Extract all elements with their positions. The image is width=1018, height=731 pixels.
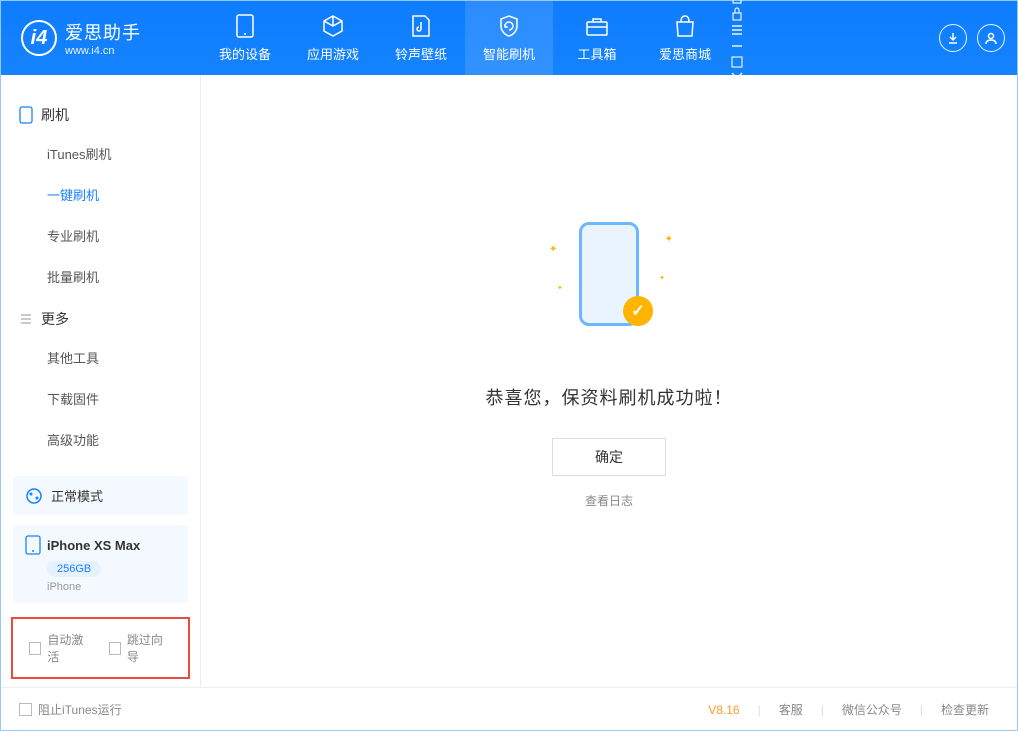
ok-button[interactable]: 确定 [552,438,666,476]
titlebar: i4 爱思助手 www.i4.cn 我的设备 应用游戏 铃声壁纸 智能刷机 工具… [1,1,1017,75]
music-file-icon [409,14,433,38]
sidebar-section-flash: 刷机 [19,105,182,125]
device-name: iPhone XS Max [47,538,140,553]
nav-flash[interactable]: 智能刷机 [465,1,553,75]
nav-apps[interactable]: 应用游戏 [289,1,377,75]
device-storage: 256GB [47,561,101,577]
maximize-icon[interactable] [729,54,745,70]
app-url: www.i4.cn [65,45,141,57]
sidebar-item-batch-flash[interactable]: 批量刷机 [19,256,182,297]
nav-store[interactable]: 爱思商城 [641,1,729,75]
logo-icon: i4 [21,20,57,56]
minimize-icon[interactable] [729,38,745,54]
cube-icon [321,14,345,38]
sidebar-item-onekey-flash[interactable]: 一键刷机 [19,174,182,215]
checkbox-icon [19,703,32,716]
options-box: 自动激活 跳过向导 [11,617,190,679]
sidebar-item-itunes-flash[interactable]: iTunes刷机 [19,133,182,174]
version-label: V8.16 [708,703,749,717]
mode-card[interactable]: 正常模式 [13,476,188,515]
phone-icon [233,14,257,38]
support-link[interactable]: 客服 [769,701,813,718]
wechat-link[interactable]: 微信公众号 [832,701,912,718]
sidebar-item-download-firmware[interactable]: 下载固件 [19,378,182,419]
success-message: 恭喜您，保资料刷机成功啦！ [486,384,733,410]
checkbox-icon [109,642,121,655]
auto-activate-checkbox[interactable]: 自动激活 [29,631,93,665]
sidebar-item-other-tools[interactable]: 其他工具 [19,337,182,378]
lock-icon[interactable] [729,6,745,22]
download-button[interactable] [939,24,967,52]
check-icon: ✓ [623,296,653,326]
skip-guide-checkbox[interactable]: 跳过向导 [109,631,173,665]
sidebar-item-advanced[interactable]: 高级功能 [19,419,182,460]
shield-refresh-icon [497,14,521,38]
nav-ringtones[interactable]: 铃声壁纸 [377,1,465,75]
nav-my-device[interactable]: 我的设备 [201,1,289,75]
toolbox-icon [585,14,609,38]
close-icon[interactable] [729,70,745,86]
device-card[interactable]: iPhone XS Max 256GB iPhone [13,525,188,603]
sidebar: 刷机 iTunes刷机 一键刷机 专业刷机 批量刷机 更多 其他工具 下载固件 … [1,75,201,687]
sidebar-item-pro-flash[interactable]: 专业刷机 [19,215,182,256]
view-log-link[interactable]: 查看日志 [585,492,633,509]
success-illustration: ✦ ✦ ✦ ✦ ✓ [539,214,679,354]
device-type: iPhone [47,581,176,593]
block-itunes-checkbox[interactable]: 阻止iTunes运行 [19,701,122,718]
user-button[interactable] [977,24,1005,52]
sidebar-section-more: 更多 [19,309,182,329]
update-link[interactable]: 检查更新 [931,701,999,718]
menu-icon[interactable] [729,22,745,38]
bag-icon [673,14,697,38]
window-controls [729,0,745,86]
checkbox-icon [29,642,41,655]
main-content: ✦ ✦ ✦ ✦ ✓ 恭喜您，保资料刷机成功啦！ 确定 查看日志 [201,75,1017,687]
footer: 阻止iTunes运行 V8.16 | 客服 | 微信公众号 | 检查更新 [1,687,1017,731]
list-icon [19,312,33,326]
mode-icon [25,487,43,505]
main-nav: 我的设备 应用游戏 铃声壁纸 智能刷机 工具箱 爱思商城 [201,1,729,75]
logo-area: i4 爱思助手 www.i4.cn [1,19,201,57]
device-icon [25,535,41,555]
nav-toolbox[interactable]: 工具箱 [553,1,641,75]
app-name: 爱思助手 [65,19,141,45]
phone-outline-icon [19,106,33,124]
